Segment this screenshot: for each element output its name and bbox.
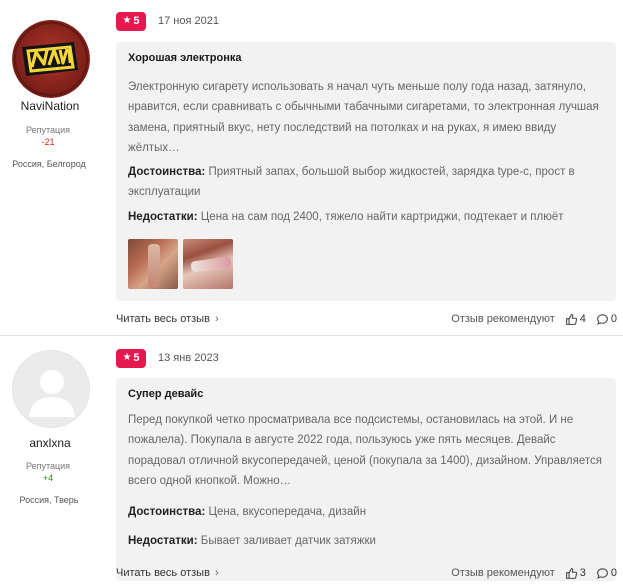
read-full-review-label: Читать весь отзыв: [116, 313, 210, 325]
review-photo-thumbnail[interactable]: [128, 239, 178, 289]
reputation-value: -21: [41, 137, 55, 147]
cons-text: Цена на сам под 2400, тяжело найти картр…: [200, 211, 564, 223]
avatar[interactable]: [12, 350, 90, 428]
review-text: Перед покупкой четко просматривала все п…: [128, 414, 602, 487]
rating-badge: ★ 5: [116, 348, 146, 368]
pros-label: Достоинства:: [128, 506, 206, 518]
navi-logo-icon: [12, 20, 90, 98]
review-photo-thumbnail[interactable]: [183, 239, 233, 289]
review-card: NaviNation Репутация -21 Россия, Белгоро…: [0, 0, 623, 336]
review-photos: [128, 239, 233, 289]
read-full-review-link[interactable]: Читать весь отзыв ›: [116, 313, 219, 325]
comments-button[interactable]: 0: [596, 567, 617, 580]
recommend-label: Отзыв рекомендуют: [451, 313, 555, 325]
review-title[interactable]: Хорошая электронка: [128, 52, 241, 64]
review-title[interactable]: Супер девайс: [128, 388, 203, 400]
review-pros: Достоинства: Цена, вкусопередача, дизайн: [128, 502, 608, 522]
review-meta: ★ 5 17 ноя 2021: [116, 11, 219, 31]
star-icon: ★: [122, 352, 132, 363]
default-user-icon: [13, 351, 89, 427]
comments-button[interactable]: 0: [596, 313, 617, 326]
likes-count: 3: [579, 567, 586, 579]
author-name[interactable]: NaviNation: [0, 99, 100, 113]
likes-count: 4: [579, 313, 586, 325]
thumbs-up-icon: [565, 567, 577, 579]
author-name[interactable]: anxlxna: [0, 436, 100, 450]
review-body: Супер девайс Перед покупкой четко просма…: [116, 378, 616, 581]
cons-text: Бывает заливает датчик затяжки: [200, 535, 376, 547]
rating-badge: ★ 5: [116, 11, 146, 31]
thumbs-up-icon: [565, 313, 577, 325]
chevron-right-icon: ›: [214, 313, 219, 325]
reputation-label: Репутация: [25, 125, 71, 135]
review-footer: Читать весь отзыв › Отзыв рекомендуют 4 …: [116, 310, 617, 328]
review-body: Хорошая электронка Электронную сигарету …: [116, 42, 616, 301]
review-card: anxlxna Репутация +4 Россия, Тверь ★ 5 1…: [0, 336, 623, 586]
star-icon: ★: [122, 15, 132, 26]
rating-value: 5: [133, 15, 140, 27]
avatar[interactable]: [12, 20, 90, 98]
cons-label: Недостатки:: [128, 211, 198, 223]
like-button[interactable]: 3: [565, 567, 586, 580]
pros-label: Достоинства:: [128, 166, 206, 178]
recommend-label: Отзыв рекомендуют: [451, 567, 555, 579]
review-date: 13 янв 2023: [158, 352, 219, 364]
cons-label: Недостатки:: [128, 535, 198, 547]
review-cons: Недостатки: Цена на сам под 2400, тяжело…: [128, 207, 608, 227]
like-button[interactable]: 4: [565, 313, 586, 326]
reputation-label: Репутация: [25, 461, 71, 471]
comment-icon: [596, 567, 608, 579]
review-text: Электронную сигарету использовать я нача…: [128, 81, 599, 154]
read-full-review-label: Читать весь отзыв: [116, 567, 210, 579]
reputation-value: +4: [42, 473, 54, 483]
comments-count: 0: [610, 567, 617, 579]
author-location: Россия, Тверь: [19, 495, 79, 505]
author-location: Россия, Белгород: [12, 159, 86, 169]
review-cons: Недостатки: Бывает заливает датчик затяж…: [128, 531, 608, 551]
comments-count: 0: [610, 313, 617, 325]
review-pros: Достоинства: Приятный запах, большой выб…: [128, 162, 608, 202]
review-date: 17 ноя 2021: [158, 15, 219, 27]
review-footer: Читать весь отзыв › Отзыв рекомендуют 3 …: [116, 564, 617, 582]
read-full-review-link[interactable]: Читать весь отзыв ›: [116, 567, 219, 579]
rating-value: 5: [133, 352, 140, 364]
review-meta: ★ 5 13 янв 2023: [116, 348, 219, 368]
pros-text: Цена, вкусопередача, дизайн: [208, 506, 367, 518]
chevron-right-icon: ›: [214, 567, 219, 579]
comment-icon: [596, 313, 608, 325]
